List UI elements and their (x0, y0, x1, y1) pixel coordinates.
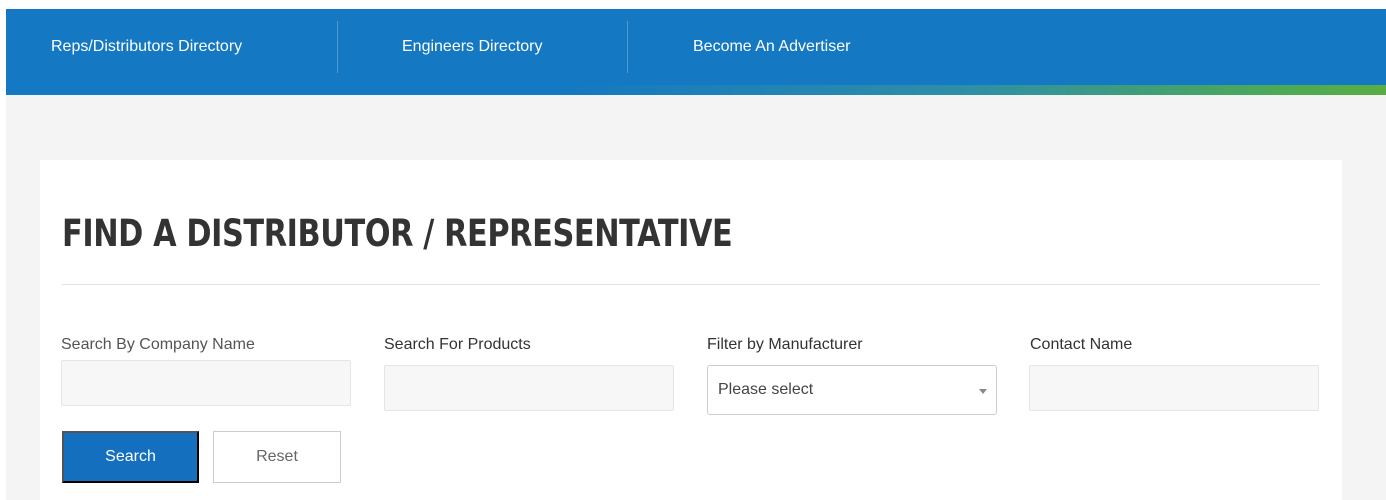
top-navigation: Reps/Distributors Directory Engineers Di… (6, 9, 1386, 95)
products-input[interactable] (384, 365, 674, 411)
manufacturer-label: Filter by Manufacturer (707, 336, 863, 353)
navbar-accent-stripe (6, 85, 1386, 95)
search-card: FIND A DISTRIBUTOR / REPRESENTATIVE Sear… (40, 160, 1342, 500)
contact-name-input[interactable] (1029, 365, 1319, 411)
page-title: FIND A DISTRIBUTOR / REPRESENTATIVE (62, 212, 733, 255)
contact-name-label: Contact Name (1030, 336, 1133, 353)
nav-divider (627, 21, 628, 73)
products-label: Search For Products (384, 336, 531, 353)
caret-down-icon (979, 389, 987, 394)
reset-button[interactable]: Reset (213, 431, 341, 483)
manufacturer-select[interactable]: Please select (707, 365, 997, 415)
nav-item-become-an-advertiser[interactable]: Become An Advertiser (693, 9, 850, 85)
nav-item-reps-distributors-directory[interactable]: Reps/Distributors Directory (51, 9, 242, 85)
title-divider (62, 284, 1320, 285)
company-name-label: Search By Company Name (61, 336, 255, 353)
nav-item-engineers-directory[interactable]: Engineers Directory (402, 9, 543, 85)
search-button[interactable]: Search (62, 431, 199, 483)
company-name-input[interactable] (61, 360, 351, 406)
nav-divider (337, 21, 338, 73)
manufacturer-select-value: Please select (718, 381, 814, 398)
